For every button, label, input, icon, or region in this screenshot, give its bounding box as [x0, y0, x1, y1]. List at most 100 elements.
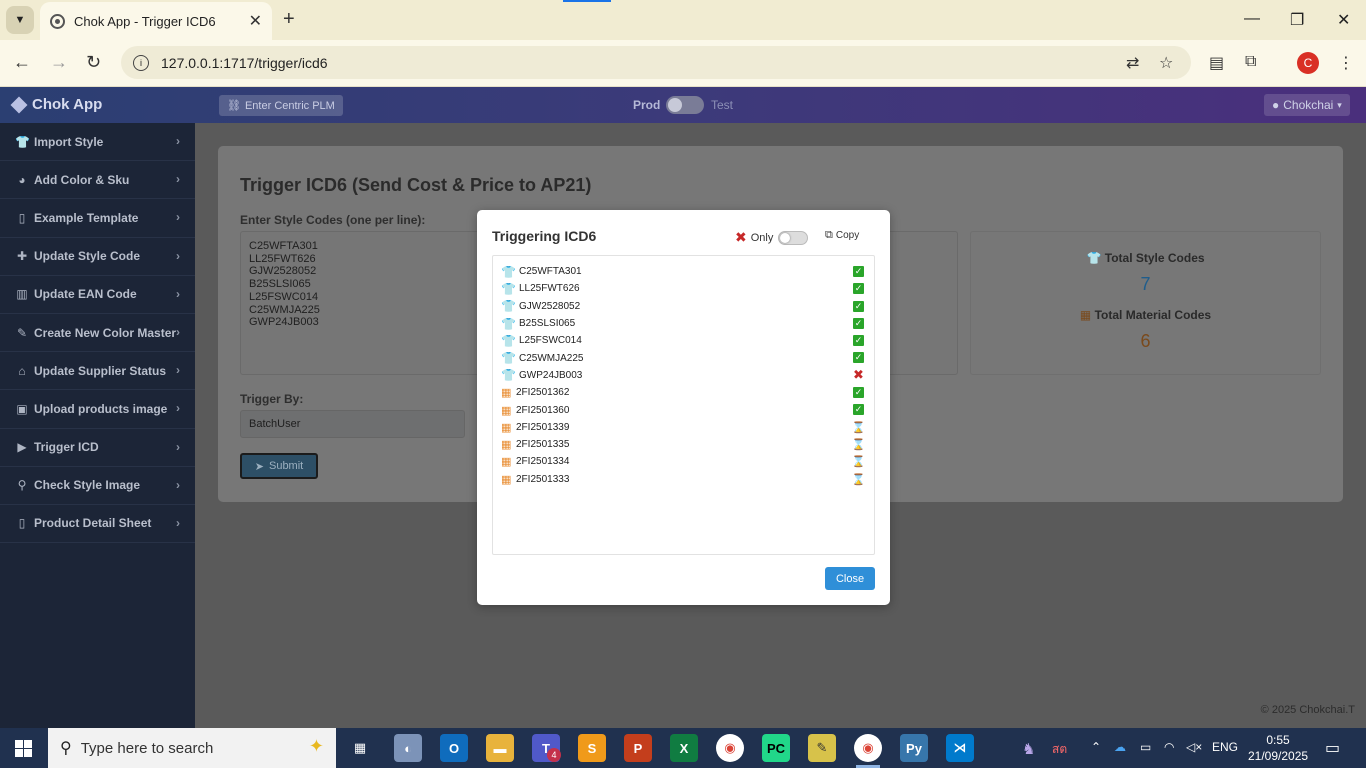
back-icon[interactable]: ← — [13, 52, 31, 73]
clock-time: 0:55 — [1266, 733, 1290, 747]
sidebar-item-example-template[interactable]: ▯ Example Template › — [0, 199, 195, 238]
pycharm-app-icon[interactable]: PC — [762, 734, 790, 762]
sidebar-item-label: Check Style Image — [34, 478, 141, 493]
forward-icon[interactable]: → — [50, 52, 68, 73]
box-icon: ▦ — [1079, 308, 1092, 322]
box-icon: ▦ — [501, 387, 512, 400]
enter-plm-label: Enter Centric PLM — [244, 99, 335, 112]
submit-button[interactable]: ➤ Submit — [240, 453, 318, 479]
display-icon[interactable]: ▭ — [1140, 740, 1151, 754]
wifi-icon[interactable]: ◠ — [1164, 740, 1174, 754]
result-code: C25WFTA301 — [519, 266, 582, 278]
notification-icon[interactable]: ▭ — [1325, 738, 1340, 758]
ime-indicator[interactable]: สต — [1052, 740, 1067, 759]
browser-tab-active[interactable]: Chok App - Trigger ICD6 ✕ — [40, 2, 272, 40]
sidebar-item-label: Update EAN Code — [34, 287, 137, 302]
paint-app-icon[interactable]: ◐ — [394, 734, 422, 762]
chrome-profile-app-icon[interactable]: ◉ — [854, 734, 882, 762]
sidebar-item-check-style-image[interactable]: ⚲ Check Style Image › — [0, 467, 195, 505]
paper-plane-icon: ➤ — [254, 460, 264, 473]
sidebar-item-label: Product Detail Sheet — [34, 516, 152, 531]
shirt-icon: 👕 — [501, 281, 516, 296]
chrome-app-icon[interactable]: ◉ — [716, 734, 744, 762]
result-code: GWP24JB003 — [519, 369, 583, 381]
volume-mute-icon[interactable]: ◁× — [1186, 740, 1202, 754]
only-failed-filter[interactable]: ✖ Only — [735, 229, 809, 246]
sidebar-item-label: Add Color & Sku — [34, 172, 130, 187]
tab-title: Chok App - Trigger ICD6 — [74, 13, 216, 29]
triggering-modal: Triggering ICD6 ✖ Only ⧉ Copy 👕 C25WFTA30… — [477, 210, 890, 605]
profile-avatar[interactable]: C — [1297, 52, 1319, 74]
check-icon: ✓ — [853, 300, 864, 312]
hourglass-icon: ⌛ — [851, 438, 866, 451]
result-row: 👕 B25SLSI065 ✓ — [493, 315, 874, 332]
trigger-by-input[interactable]: BatchUser — [240, 410, 465, 438]
shirt-icon: 👕 — [501, 351, 516, 366]
reading-list-icon[interactable]: ▤ — [1209, 53, 1224, 73]
tab-search-dropdown[interactable]: ▼ — [6, 6, 34, 34]
tray-app-icon[interactable]: ♞ — [1022, 740, 1035, 758]
tray-chevron-icon[interactable]: ⌃ — [1091, 740, 1101, 754]
tab-close-icon[interactable]: ✕ — [249, 11, 262, 31]
link-icon: ⛓ — [227, 100, 241, 112]
style-stat-label: 👕 Total Style Codes — [971, 251, 1320, 265]
tool-app-icon[interactable]: ✎ — [808, 734, 836, 762]
sidebar-item-update-supplier-status[interactable]: ⌂ Update Supplier Status › — [0, 352, 195, 391]
sidebar-item-upload-products-image[interactable]: ▣ Upload products image › — [0, 390, 195, 429]
close-button[interactable]: Close — [825, 567, 875, 590]
browser-toolbar: ← → ↻ i 127.0.0.1:1717/trigger/icd6 ⇄ ☆ … — [0, 40, 1366, 87]
reload-icon[interactable]: ↻ — [86, 52, 101, 73]
enter-plm-button[interactable]: ⛓ Enter Centric PLM — [219, 95, 343, 116]
page-title: Trigger ICD6 (Send Cost & Price to AP21) — [240, 175, 592, 195]
outlook-app-icon[interactable]: O — [440, 734, 468, 762]
chevron-right-icon: › — [176, 363, 180, 378]
language-indicator[interactable]: ENG — [1212, 740, 1238, 754]
restore-icon[interactable]: ❐ — [1290, 10, 1304, 30]
barcode-icon: ▥ — [16, 287, 28, 302]
chevron-right-icon: › — [176, 439, 180, 454]
check-icon: ✓ — [853, 335, 864, 347]
cube-icon — [10, 96, 28, 113]
app-brand[interactable]: Chok App — [10, 96, 102, 113]
file-explorer-icon[interactable]: ▬ — [486, 734, 514, 762]
taskbar-search[interactable]: ⚲ Type here to search ✦ — [48, 728, 336, 768]
site-info-icon[interactable]: i — [133, 54, 149, 71]
sidebar-item-add-color-sku[interactable]: ◕ Add Color & Sku › — [0, 161, 195, 200]
copy-button[interactable]: ⧉ Copy — [825, 229, 859, 242]
window-close-icon[interactable]: ✕ — [1337, 10, 1350, 30]
sublime-app-icon[interactable]: S — [578, 734, 606, 762]
sidebar-item-product-detail-sheet[interactable]: ▯ Product Detail Sheet › — [0, 505, 195, 544]
new-tab-icon[interactable]: + — [283, 8, 295, 31]
vscode-app-icon[interactable]: ⋊ — [946, 734, 974, 762]
sidebar-item-update-style-code[interactable]: ✚ Update Style Code › — [0, 238, 195, 276]
sidebar-item-trigger-icd[interactable]: ▶ Trigger ICD › — [0, 429, 195, 467]
powerpoint-app-icon[interactable]: P — [624, 734, 652, 762]
minimize-icon[interactable]: — — [1244, 10, 1260, 28]
copy-icon: ⧉ — [825, 229, 833, 241]
browser-menu-icon[interactable]: ⋮ — [1338, 53, 1354, 73]
excel-app-icon[interactable]: X — [670, 734, 698, 762]
trigger-result-list: 👕 C25WFTA301 ✓ 👕 LL25FWT626 ✓ 👕 GJW2528052 ✓ 👕 B25… — [492, 255, 875, 555]
sidebar: 👕 Import Style › ◕ Add Color & Sku › ▯ Exampl… — [0, 123, 195, 728]
task-view-icon[interactable]: ▦ — [346, 734, 374, 762]
box-icon: ▦ — [501, 473, 512, 486]
sidebar-item-import-style[interactable]: 👕 Import Style › — [0, 123, 195, 162]
user-menu-button[interactable]: ● Chokchai ▾ — [1264, 94, 1350, 116]
windows-start-icon[interactable] — [15, 740, 32, 757]
material-stat-text: Total Material Codes — [1094, 308, 1212, 322]
taskbar-clock[interactable]: 0:55 21/09/2025 — [1248, 732, 1308, 764]
sidebar-item-label: Import Style — [34, 134, 104, 149]
shirt-icon: 👕 — [501, 333, 516, 348]
sidebar-item-update-ean-code[interactable]: ▥ Update EAN Code › — [0, 276, 195, 314]
result-code: LL25FWT626 — [519, 283, 580, 295]
sidebar-item-create-color-master[interactable]: ✎ Create New Color Master › — [0, 314, 195, 353]
hourglass-icon: ⌛ — [851, 473, 866, 486]
extensions-icon[interactable]: ⧉ — [1245, 53, 1256, 71]
python-app-icon[interactable]: Py — [900, 734, 928, 762]
translate-icon[interactable]: ⇄ — [1126, 53, 1139, 73]
address-bar[interactable]: i 127.0.0.1:1717/trigger/icd6 — [121, 46, 1191, 79]
env-toggle[interactable] — [666, 96, 704, 114]
bookmark-star-icon[interactable]: ☆ — [1159, 53, 1173, 73]
onedrive-icon[interactable]: ☁ — [1114, 740, 1126, 754]
only-toggle[interactable] — [778, 230, 809, 245]
